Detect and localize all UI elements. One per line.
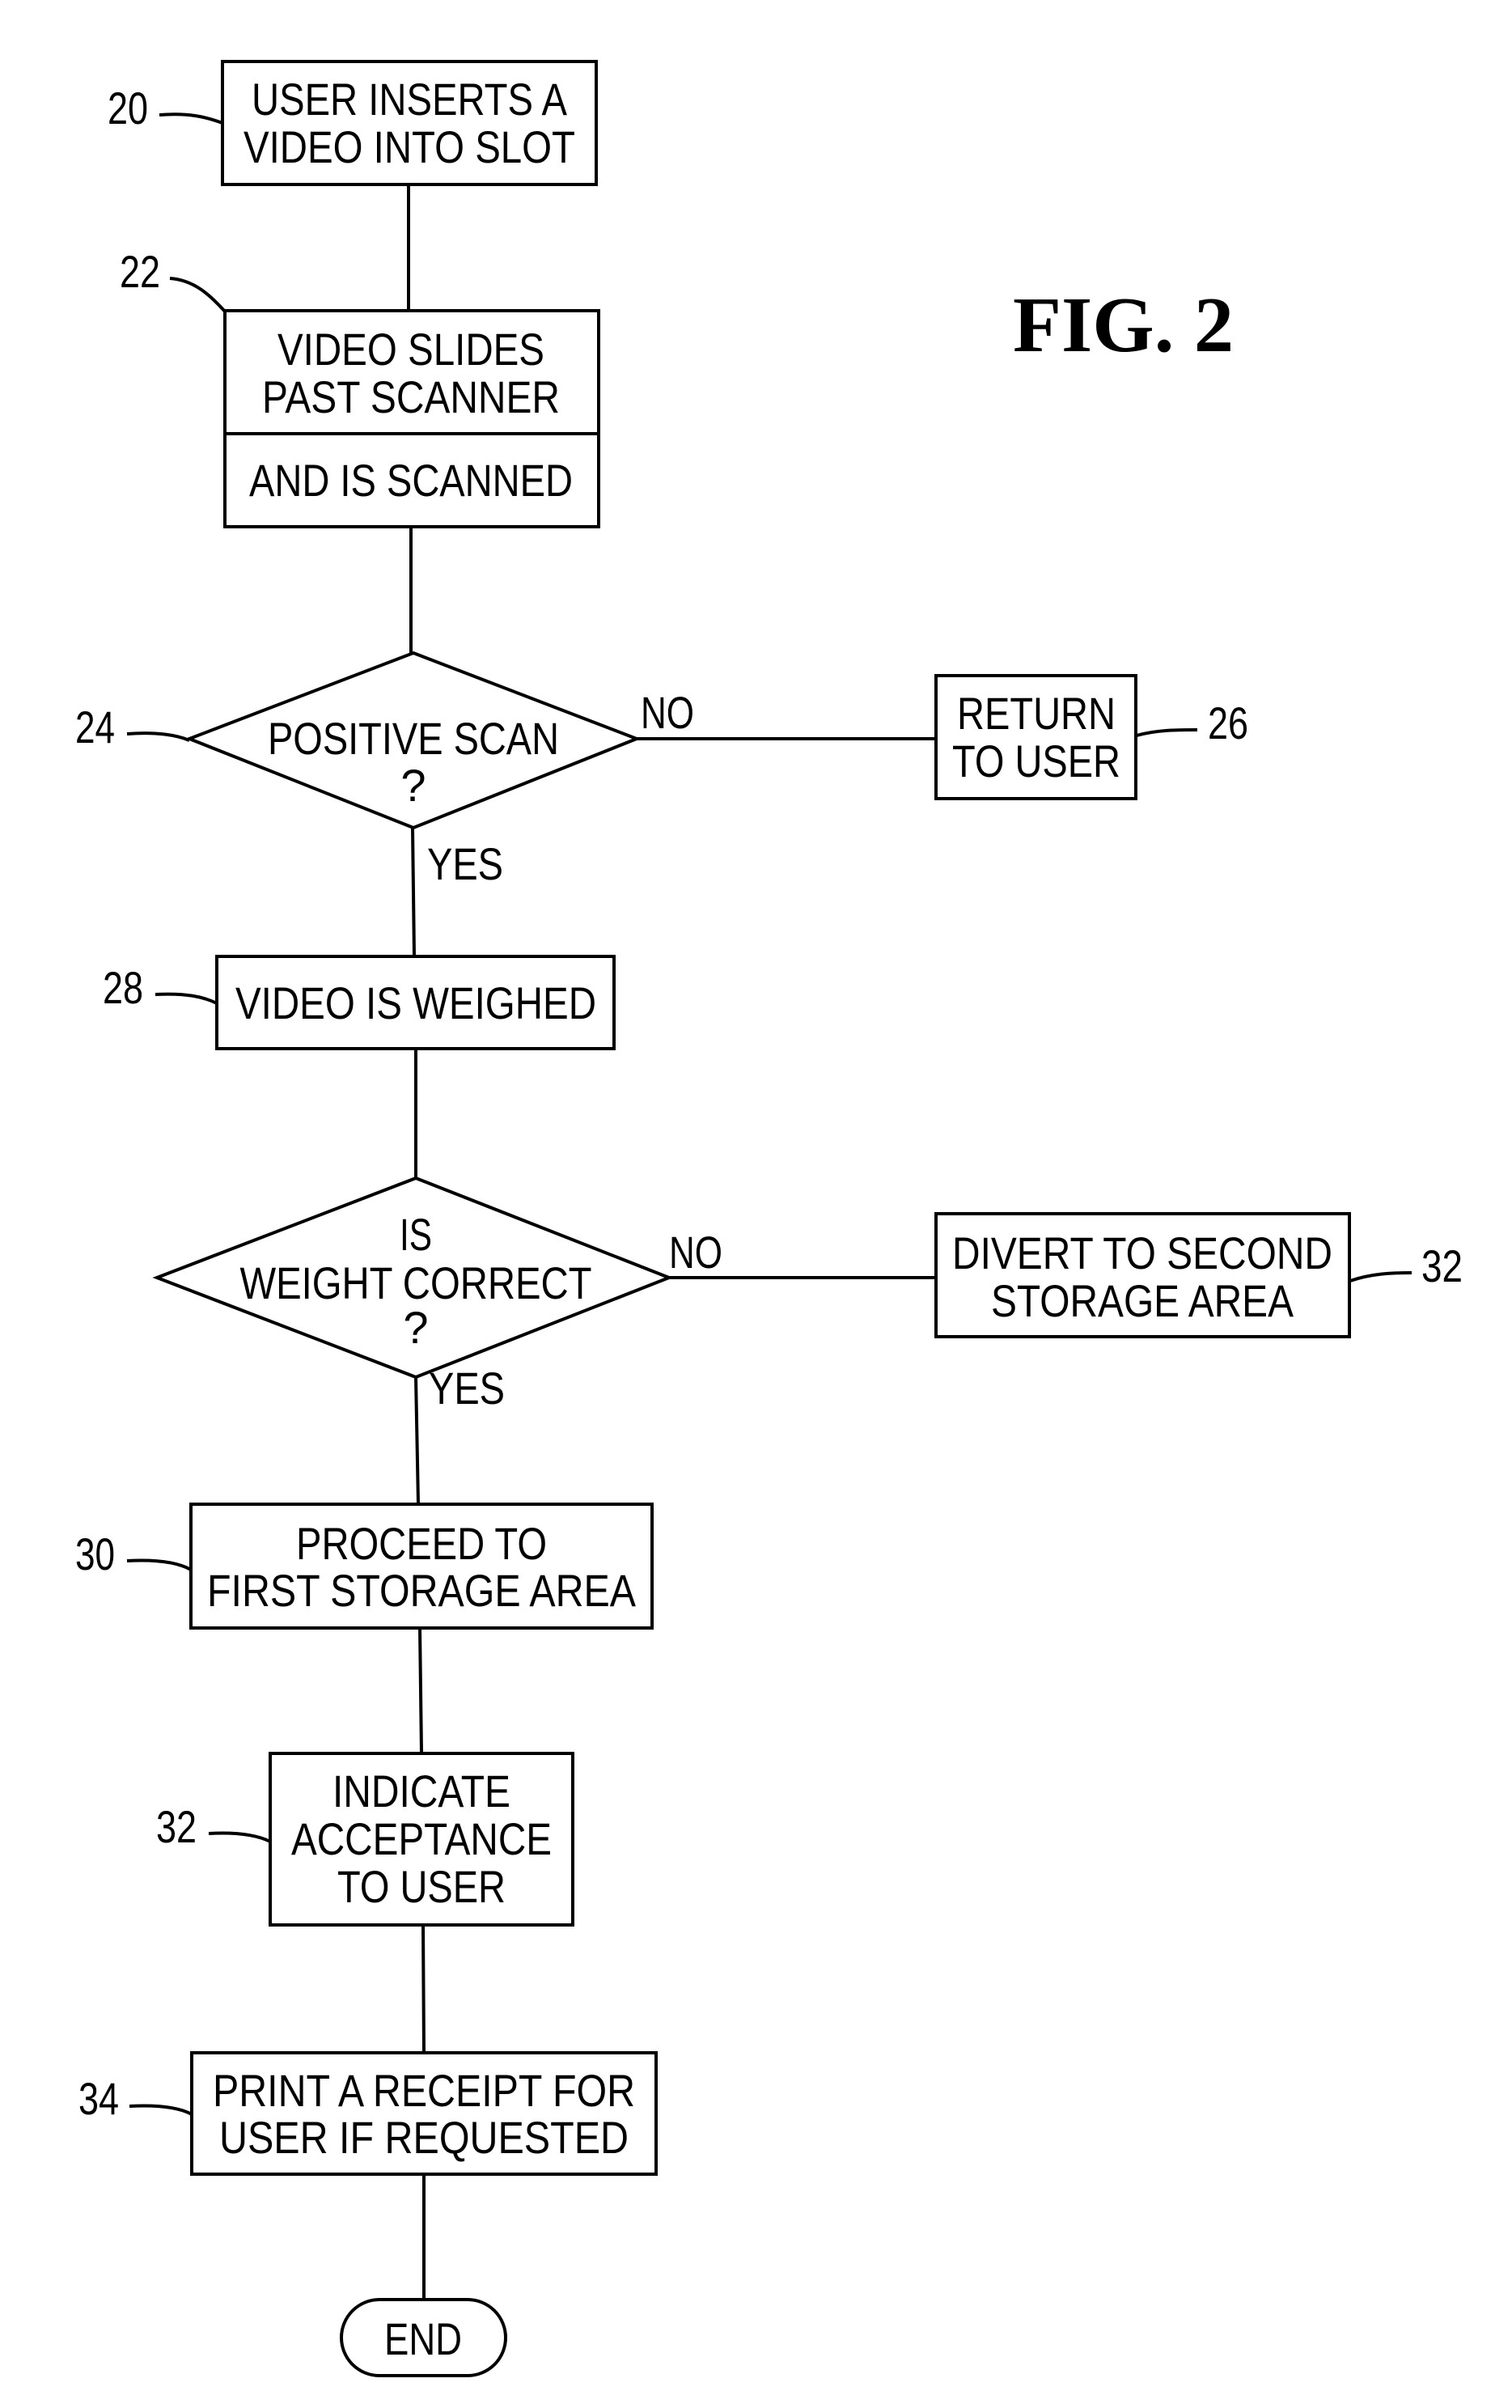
node-weight-line-1: IS	[400, 1209, 432, 1260]
node-end-terminal: END	[340, 2298, 507, 2377]
node-26-line-1: RETURN	[957, 688, 1116, 739]
node-28-video-is-weighed: VIDEO IS WEIGHED	[215, 955, 616, 1050]
ref-numeral-32-indicate: 32	[156, 1801, 197, 1852]
node-24-line-1: POSITIVE SCAN	[268, 713, 559, 764]
node-32b-line-3: TO USER	[337, 1861, 506, 1912]
ref-numeral-26: 26	[1208, 697, 1248, 748]
node-30-proceed-to-first-storage: PROCEED TO FIRST STORAGE AREA	[189, 1503, 654, 1630]
edge-29-to-30	[414, 1376, 420, 1505]
edge-32b-to-34	[421, 1924, 426, 2054]
node-34-print-receipt: PRINT A RECEIPT FOR USER IF REQUESTED	[190, 2051, 658, 2176]
node-32-divert-to-second-storage: DIVERT TO SECOND STORAGE AREA	[934, 1212, 1351, 1338]
node-30-line-2: FIRST STORAGE AREA	[207, 1565, 637, 1616]
leader-line-20	[159, 112, 223, 125]
node-26-return-to-user: RETURN TO USER	[934, 674, 1137, 800]
node-20-line-1: USER INSERTS A	[252, 74, 568, 125]
node-22-line-2: PAST SCANNER	[262, 371, 560, 422]
node-30-line-1: PROCEED TO	[296, 1518, 547, 1569]
node-28-line-1: VIDEO IS WEIGHED	[235, 977, 596, 1028]
node-34-line-1: PRINT A RECEIPT FOR	[213, 2065, 635, 2116]
node-weight-line-2: WEIGHT CORRECT	[240, 1257, 592, 1308]
branch-label-no-scan: NO	[641, 687, 694, 738]
ref-numeral-22: 22	[120, 246, 160, 297]
node-32-indicate-acceptance: INDICATE ACCEPTANCE TO USER	[269, 1752, 574, 1927]
node-22-video-slides-past-scanner: VIDEO SLIDES PAST SCANNER AND IS SCANNED	[223, 309, 600, 528]
node-24-positive-scan-decision: POSITIVE SCAN ?	[184, 651, 642, 830]
branch-label-yes-weight: YES	[429, 1363, 505, 1414]
ref-numeral-30: 30	[75, 1528, 115, 1579]
ref-numeral-34: 34	[78, 2073, 119, 2124]
leader-line-26	[1136, 728, 1198, 737]
leader-line-28	[155, 992, 218, 1005]
node-32a-line-1: DIVERT TO SECOND	[952, 1227, 1332, 1278]
branch-label-yes-scan: YES	[427, 838, 503, 889]
leader-line-32-indicate	[208, 1831, 271, 1843]
node-weight-line-3: ?	[403, 1302, 428, 1353]
node-32b-line-1: INDICATE	[332, 1766, 510, 1817]
node-34-line-2: USER IF REQUESTED	[219, 2112, 629, 2163]
ref-numeral-32-divert: 32	[1421, 1240, 1463, 1291]
flowchart-canvas: USER INSERTS A VIDEO INTO SLOT VIDEO SLI…	[75, 60, 1463, 2377]
node-32a-line-2: STORAGE AREA	[991, 1275, 1294, 1326]
node-weight-correct-decision: IS WEIGHT CORRECT ?	[152, 1176, 674, 1380]
end-label: END	[384, 2313, 462, 2364]
leader-line-24	[126, 731, 190, 742]
ref-numeral-24: 24	[75, 702, 115, 752]
ref-numeral-20: 20	[108, 83, 148, 134]
leader-line-22	[169, 277, 227, 313]
node-24-line-2: ?	[400, 760, 426, 811]
node-22-lower-line-1: AND IS SCANNED	[249, 455, 573, 506]
node-26-line-2: TO USER	[952, 736, 1120, 786]
node-32b-line-2: ACCEPTANCE	[291, 1813, 552, 1864]
ref-numeral-28: 28	[103, 962, 143, 1013]
node-20-line-2: VIDEO INTO SLOT	[244, 121, 575, 172]
leader-line-30	[126, 1558, 192, 1571]
edge-24-to-28	[411, 827, 416, 957]
leader-line-32-divert	[1349, 1271, 1412, 1282]
leader-line-34	[129, 2104, 193, 2116]
node-20-user-inserts-video: USER INSERTS A VIDEO INTO SLOT	[221, 60, 598, 186]
node-22-line-1: VIDEO SLIDES	[277, 324, 544, 375]
edge-30-to-32b	[418, 1627, 423, 1754]
branch-label-no-weight: NO	[669, 1227, 722, 1278]
figure-title: FIG. 2	[1013, 282, 1234, 369]
